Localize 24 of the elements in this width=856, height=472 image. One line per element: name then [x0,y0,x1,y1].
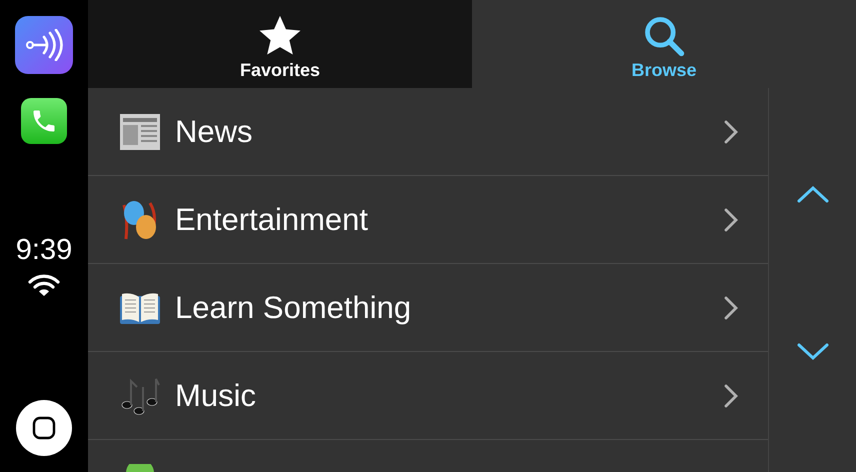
item-label: Music [175,378,257,414]
chevron-right-icon [724,120,738,144]
scroll-down-button[interactable] [796,343,828,361]
item-label: Entertainment [175,202,369,238]
item-label: Learn Something [175,290,412,326]
tab[interactable]: Browse [472,0,856,88]
rounded-square-icon [32,416,56,440]
podcast-app-icon[interactable] [15,16,73,74]
chevron-right-icon [724,384,738,408]
scroll-up-button[interactable] [796,185,828,203]
item-label: News [175,114,254,150]
list-item[interactable]: Entertainment [88,176,768,264]
list-item[interactable]: News [88,88,768,176]
tab[interactable]: Favorites [88,0,472,88]
wifi-icon [28,273,60,297]
phone-app-icon[interactable] [21,98,67,144]
list-item[interactable]: Learn Something [88,264,768,352]
newspaper-icon [119,112,161,150]
list-item[interactable]: Music [88,352,768,440]
search-icon [642,14,686,58]
chevron-right-icon [724,296,738,320]
clock-time: 9:39 [16,234,72,267]
emoji-icon [125,464,155,472]
chevron-right-icon [724,208,738,232]
